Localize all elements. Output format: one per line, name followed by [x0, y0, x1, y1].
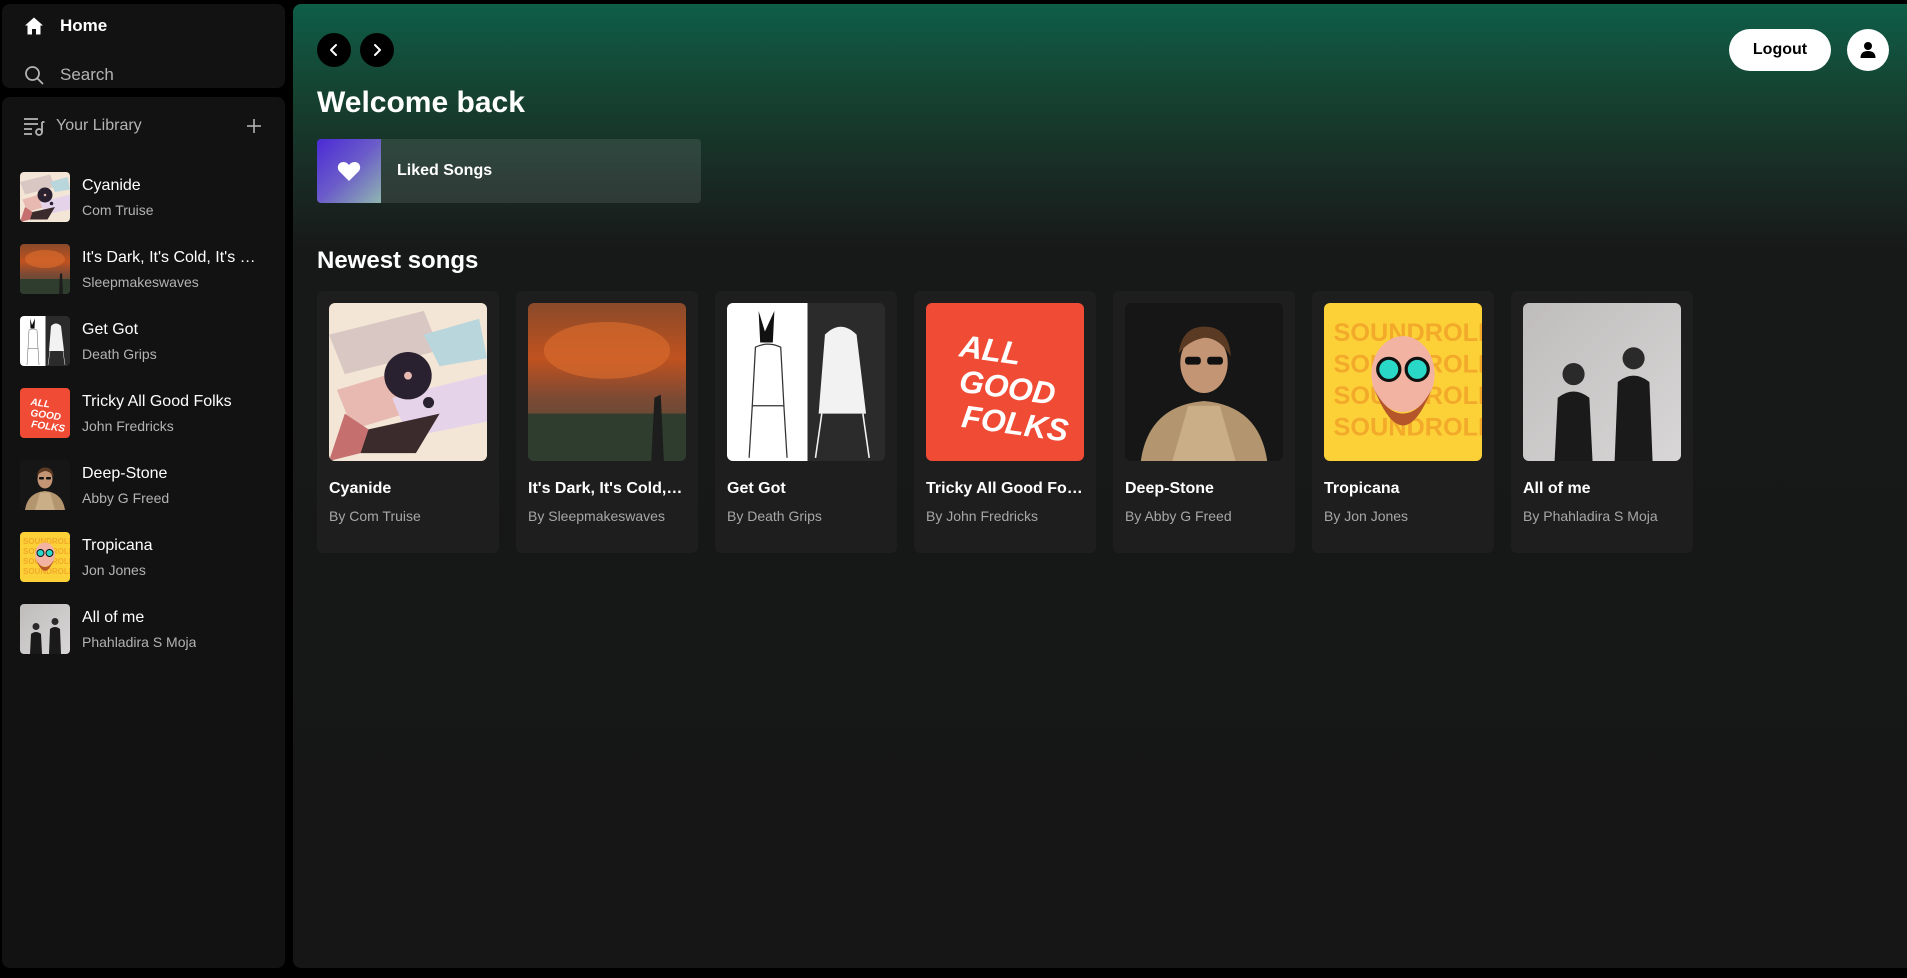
nav-search[interactable]: Search: [22, 63, 114, 87]
song-card[interactable]: Deep-Stone By Abby G Freed: [1113, 291, 1295, 553]
song-card-artist: By Phahladira S Moja: [1523, 508, 1658, 524]
song-card[interactable]: Cyanide By Com Truise: [317, 291, 499, 553]
library-item-artist: Sleepmakeswaves: [82, 273, 199, 290]
song-card-artist: By John Fredricks: [926, 508, 1039, 524]
library-item-title: Tropicana: [82, 536, 153, 554]
chevron-right-icon: [374, 44, 381, 56]
song-card-title: Tricky All Good Folks: [926, 480, 1084, 497]
library-item[interactable]: SOUNDROLL SOUNDROLL SOUNDROLL SOUNDROLL …: [20, 521, 275, 593]
song-card-title: Cyanide: [329, 480, 392, 497]
heart-icon: [337, 161, 361, 181]
song-card[interactable]: SOUNDROLL SOUNDROLL SOUNDROLL SOUNDROLL …: [1312, 291, 1494, 553]
library-item[interactable]: ALL GOOD FOLKS Tricky All Good Folks Joh…: [20, 377, 275, 449]
library-item-artist: Abby G Freed: [82, 489, 170, 506]
song-card-title: Deep-Stone: [1125, 480, 1214, 497]
album-cover: [727, 303, 885, 461]
newest-songs-row: Cyanide By Com Truise It's Dark, It's Co…: [317, 291, 1693, 553]
song-card-title: Tropicana: [1324, 480, 1400, 497]
song-card-title: Get Got: [727, 480, 786, 497]
page-title: Welcome back: [317, 86, 525, 119]
album-cover: [329, 303, 487, 461]
song-card-artist: By Sleepmakeswaves: [528, 508, 665, 524]
library-item[interactable]: All of me Phahladira S Moja: [20, 593, 275, 665]
liked-songs-tile[interactable]: Liked Songs: [317, 139, 701, 203]
library-panel: Your Library Cyanide Com Truise It's Dar…: [2, 97, 285, 968]
library-icon: [22, 114, 46, 138]
logout-button[interactable]: Logout: [1729, 29, 1831, 71]
user-icon: [1860, 42, 1876, 58]
main-content: Logout Welcome back Liked Songs Newest s…: [293, 4, 1907, 968]
song-card[interactable]: All of me By Phahladira S Moja: [1511, 291, 1693, 553]
song-card[interactable]: ALL GOOD FOLKS Tricky All Good Folks By …: [914, 291, 1096, 553]
library-item-title: Tricky All Good Folks: [82, 392, 232, 410]
library-item[interactable]: It's Dark, It's Cold, It's W... Sleepmak…: [20, 233, 275, 305]
album-cover: [528, 303, 686, 461]
user-profile-button[interactable]: [1847, 29, 1889, 71]
library-item-artist: Jon Jones: [82, 561, 146, 578]
library-header: Your Library: [22, 114, 265, 138]
album-cover: ALL GOOD FOLKS: [926, 303, 1084, 461]
album-cover: [20, 244, 70, 294]
liked-songs-label: Liked Songs: [397, 162, 493, 179]
song-card-title: All of me: [1523, 480, 1591, 497]
newest-songs-heading: Newest songs: [317, 247, 479, 274]
album-cover: [20, 172, 70, 222]
library-item-title: All of me: [82, 608, 145, 626]
library-item-title: It's Dark, It's Cold, It's W...: [82, 248, 267, 266]
album-cover: [20, 460, 70, 510]
library-item-artist: Phahladira S Moja: [82, 633, 197, 650]
song-card[interactable]: Get Got By Death Grips: [715, 291, 897, 553]
song-card-artist: By Death Grips: [727, 508, 822, 524]
nav-home[interactable]: Home: [22, 14, 107, 38]
song-card-title: It's Dark, It's Cold, It...: [528, 480, 686, 497]
library-item[interactable]: Cyanide Com Truise: [20, 161, 275, 233]
album-cover: SOUNDROLL SOUNDROLL SOUNDROLL SOUNDROLL: [1324, 303, 1482, 461]
album-cover: SOUNDROLL SOUNDROLL SOUNDROLL SOUNDROLL: [20, 532, 70, 582]
song-card-artist: By Com Truise: [329, 508, 421, 524]
song-card-artist: By Jon Jones: [1324, 508, 1409, 524]
song-card-artist: By Abby G Freed: [1125, 508, 1232, 524]
album-cover: [20, 316, 70, 366]
top-navigation: Home Search: [2, 4, 285, 88]
library-item-title: Deep-Stone: [82, 464, 168, 482]
album-cover: [1125, 303, 1283, 461]
library-item-title: Get Got: [82, 320, 139, 338]
album-cover: [1523, 303, 1681, 461]
library-item-artist: Death Grips: [82, 345, 157, 362]
liked-songs-cover: [317, 139, 381, 203]
library-item-artist: Com Truise: [82, 201, 154, 218]
song-card[interactable]: It's Dark, It's Cold, It... By Sleepmake…: [516, 291, 698, 553]
library-list: Cyanide Com Truise It's Dark, It's Cold,…: [20, 161, 275, 665]
library-item-title: Cyanide: [82, 176, 141, 194]
nav-search-label: Search: [60, 65, 114, 84]
album-cover: ALL GOOD FOLKS: [20, 388, 70, 438]
chevron-left-icon: [330, 44, 337, 56]
library-item-artist: John Fredricks: [82, 417, 174, 434]
library-item[interactable]: Deep-Stone Abby G Freed: [20, 449, 275, 521]
search-icon: [22, 63, 46, 87]
library-item[interactable]: Get Got Death Grips: [20, 305, 275, 377]
nav-home-label: Home: [60, 16, 108, 35]
forward-button[interactable]: [360, 33, 394, 67]
back-button[interactable]: [317, 33, 351, 67]
home-icon: [22, 14, 46, 38]
library-title[interactable]: Your Library: [56, 117, 243, 135]
add-playlist-icon[interactable]: [243, 115, 265, 137]
album-cover: [20, 604, 70, 654]
